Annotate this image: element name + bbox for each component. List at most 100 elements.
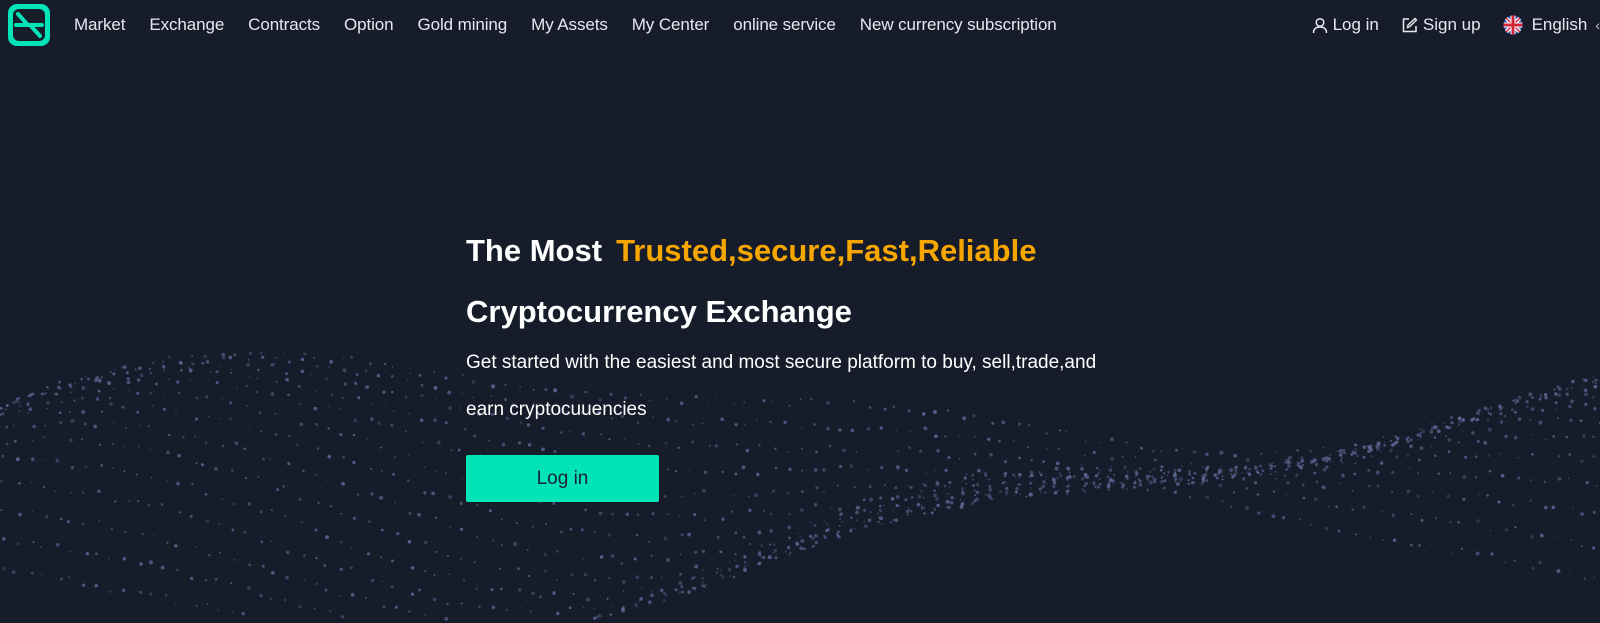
particle-dot — [352, 516, 357, 520]
particle-dot — [431, 491, 435, 496]
particle-dot — [1272, 490, 1276, 493]
particle-dot — [13, 439, 17, 443]
particle-dot — [1205, 470, 1208, 473]
particle-dot — [1517, 476, 1521, 480]
particle-dot — [1486, 494, 1490, 497]
nav-item-new-currency-subscription[interactable]: New currency subscription — [860, 15, 1057, 35]
brand-logo[interactable] — [7, 3, 51, 47]
particle-dot — [1570, 386, 1573, 389]
particle-dot — [933, 507, 935, 509]
particle-dot — [1593, 576, 1595, 578]
particle-dot — [461, 392, 463, 395]
nav-item-market[interactable]: Market — [74, 15, 125, 35]
particle-dot — [1504, 434, 1508, 439]
particle-dot — [176, 380, 180, 384]
particle-dot — [1448, 425, 1452, 429]
particle-dot — [463, 579, 466, 582]
particle-dot — [1538, 561, 1542, 565]
particle-dot — [1450, 421, 1454, 425]
particle-dot — [31, 439, 34, 443]
particle-dot — [665, 594, 668, 597]
particle-dot — [1490, 552, 1494, 556]
nav-item-contracts[interactable]: Contracts — [248, 15, 320, 35]
hero-login-button[interactable]: Log in — [466, 455, 659, 502]
particle-dot — [544, 569, 548, 573]
particle-dot — [410, 592, 415, 596]
particle-dot — [678, 591, 681, 594]
language-selector[interactable]: English ‹ — [1503, 15, 1600, 35]
edit-icon — [1402, 17, 1418, 32]
particle-dot — [284, 598, 287, 602]
particle-dot — [641, 587, 643, 589]
nav-item-exchange[interactable]: Exchange — [149, 15, 224, 35]
particle-dot — [526, 548, 529, 551]
particle-dot — [81, 583, 86, 587]
particle-dot — [1513, 410, 1517, 414]
login-link[interactable]: Log in — [1312, 15, 1379, 35]
particle-dot — [1342, 449, 1346, 452]
nav-item-my-center[interactable]: My Center — [632, 15, 710, 35]
particle-dot — [680, 585, 684, 588]
particle-dot — [1, 454, 5, 458]
particle-dot — [149, 448, 151, 450]
particle-dot — [1421, 429, 1426, 434]
particle-dot — [1369, 536, 1372, 539]
particle-dot — [799, 546, 804, 551]
particle-dot — [1419, 435, 1422, 438]
particle-dot — [923, 507, 926, 510]
particle-dot — [457, 448, 461, 452]
nav-item-gold-mining[interactable]: Gold mining — [418, 15, 508, 35]
particle-dot — [1260, 452, 1263, 455]
particle-dot — [1499, 412, 1503, 416]
particle-dot — [81, 386, 86, 390]
signup-link[interactable]: Sign up — [1401, 15, 1481, 35]
particle-dot — [315, 582, 319, 585]
particle-dot — [1417, 439, 1419, 441]
particle-dot — [1475, 551, 1480, 556]
particle-dot — [121, 366, 124, 369]
particle-dot — [215, 370, 219, 374]
particle-dot — [1580, 512, 1584, 516]
particle-dot — [97, 389, 101, 393]
particle-dot — [621, 580, 626, 584]
particle-dot — [149, 592, 153, 596]
particle-dot — [329, 610, 332, 613]
particle-dot — [1474, 476, 1478, 479]
particle-dot — [1431, 491, 1434, 494]
particle-dot — [1284, 461, 1287, 464]
nav-item-online-service[interactable]: online service — [733, 15, 836, 35]
nav-item-option[interactable]: Option — [344, 15, 394, 35]
nav-item-my-assets[interactable]: My Assets — [531, 15, 608, 35]
particle-dot — [1409, 444, 1413, 449]
particle-dot — [665, 558, 670, 562]
particle-dot — [248, 563, 251, 567]
particle-dot — [787, 525, 792, 530]
particle-dot — [1390, 444, 1393, 447]
particle-dot — [1499, 420, 1504, 424]
particle-dot — [1193, 471, 1197, 475]
particle-dot — [460, 602, 463, 605]
particle-dot — [270, 392, 275, 396]
particle-dot — [18, 481, 21, 485]
particle-dot — [1514, 401, 1517, 404]
particle-dot — [353, 418, 358, 423]
particle-dot — [1565, 435, 1568, 439]
particle-dot — [1497, 500, 1501, 504]
particle-dot — [98, 520, 100, 522]
particle-dot — [879, 516, 883, 521]
particle-dot — [1379, 446, 1382, 449]
particle-dot — [285, 575, 289, 580]
particle-dot — [1538, 420, 1543, 425]
particle-dot — [1457, 441, 1460, 444]
particle-dot — [107, 381, 112, 385]
particle-dot — [449, 525, 451, 528]
particle-dot — [855, 506, 858, 509]
particle-dot — [719, 573, 723, 577]
particle-dot — [1594, 378, 1598, 383]
particle-dot — [1221, 478, 1224, 481]
particle-dot — [811, 544, 815, 548]
particle-dot — [407, 454, 410, 457]
particle-dot — [894, 518, 899, 522]
particle-dot — [365, 597, 367, 599]
particle-dot — [283, 353, 285, 356]
